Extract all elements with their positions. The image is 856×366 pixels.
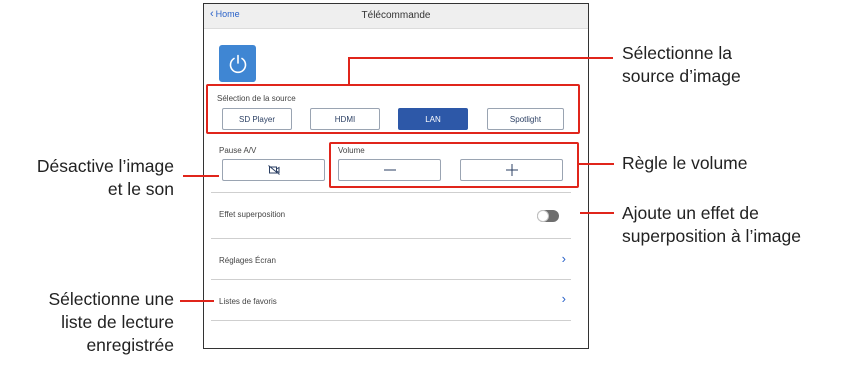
av-mute-callout-line2: et le son [107, 179, 174, 199]
overlay-effect-toggle[interactable] [537, 210, 559, 222]
playlist-callout-line2: liste de lecture [61, 312, 174, 332]
power-button[interactable] [219, 45, 256, 82]
volume-callout: Règle le volume [622, 153, 748, 173]
playlist-callout-line [180, 300, 214, 302]
favorites-label: Listes de favoris [219, 297, 277, 306]
overlay-effect-label: Effet superposition [219, 210, 286, 219]
av-mute-callout-line [183, 175, 219, 177]
volume-highlight-box [329, 142, 579, 188]
page-title: Télécommande [361, 10, 431, 21]
power-icon [229, 54, 246, 73]
mute-icon [267, 165, 280, 175]
playlist-callout-line3: enregistrée [86, 335, 174, 355]
source-highlight-box [206, 84, 580, 134]
overlay-callout: Ajoute un effet de superposition à l’ima… [622, 202, 801, 248]
divider [211, 279, 571, 280]
playlist-callout-line1: Sélectionne une [48, 289, 174, 309]
av-mute-callout: Désactive l’image et le son [37, 155, 174, 201]
source-callout-line [348, 57, 613, 59]
source-callout-line2: source d’image [622, 66, 741, 86]
source-callout-line1: Sélectionne la [622, 43, 732, 63]
favorites-chevron-icon[interactable]: › [562, 291, 566, 306]
volume-callout-line [579, 163, 614, 165]
overlay-callout-line2: superposition à l’image [622, 226, 801, 246]
divider [211, 320, 571, 321]
av-mute-callout-line1: Désactive l’image [36, 156, 174, 176]
source-callout-line [348, 57, 350, 85]
screen-settings-chevron-icon[interactable]: › [562, 251, 566, 266]
divider [211, 238, 571, 239]
av-mute-button[interactable] [222, 159, 325, 181]
divider [211, 192, 571, 193]
playlist-callout: Sélectionne une liste de lecture enregis… [48, 288, 174, 357]
toggle-knob [537, 210, 549, 222]
overlay-callout-line1: Ajoute un effet de [622, 203, 759, 223]
screen-settings-label: Réglages Écran [219, 256, 276, 265]
source-callout: Sélectionne la source d’image [622, 42, 741, 88]
av-mute-label: Pause A/V [219, 146, 257, 155]
top-bar: ‹ Home Télécommande [204, 4, 588, 29]
overlay-callout-line [580, 212, 614, 214]
